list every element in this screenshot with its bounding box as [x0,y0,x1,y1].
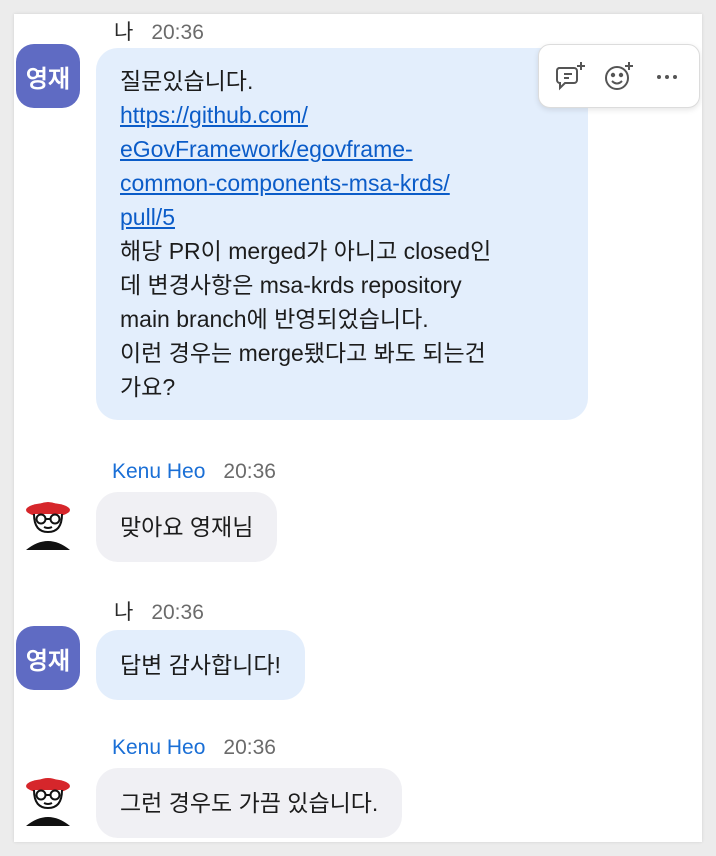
message-meta: Kenu Heo 20:36 [112,736,276,760]
avatar[interactable] [22,494,74,550]
sender-name: Kenu Heo [112,460,206,483]
link-line[interactable]: pull/5 [120,200,564,234]
message-meta: Kenu Heo 20:36 [112,460,276,484]
sender-name: 나 [114,601,134,624]
message-time: 20:36 [223,460,276,483]
more-actions-icon[interactable] [647,56,687,96]
message-text: 데 변경사항은 msa-krds repository [120,272,462,298]
message-toolbar [538,44,700,108]
message-bubble: 질문있습니다. https://github.com/ eGovFramewor… [96,48,588,420]
message-bubble: 그런 경우도 가끔 있습니다. [96,768,403,838]
github-link[interactable]: https://github.com/ eGovFramework/egovfr… [120,98,564,234]
message-text: 이런 경우는 merge됐다고 봐도 되는건 [120,340,486,366]
message-text: 해당 PR이 merged가 아니고 closed인 [120,238,492,264]
add-reaction-icon[interactable] [599,56,639,96]
reply-in-thread-icon[interactable] [551,56,591,96]
avatar[interactable] [22,770,74,826]
link-line[interactable]: eGovFramework/egovframe- [120,132,564,166]
message-text: 답변 감사합니다! [120,652,281,678]
message-bubble: 답변 감사합니다! [96,630,305,700]
message-meta: 나 20:36 [114,596,204,626]
sender-name: 나 [114,21,134,44]
chat-panel: 나 20:36 영재 질문있습니다. https://github.com/ eG… [14,14,702,842]
message-meta: 나 20:36 [114,16,204,46]
sender-name: Kenu Heo [112,736,206,759]
link-line[interactable]: https://github.com/ [120,98,564,132]
message-text: 그런 경우도 가끔 있습니다. [120,790,379,816]
link-line[interactable]: common-components-msa-krds/ [120,166,564,200]
message-text: 질문있습니다. [120,68,254,94]
message-text: main branch에 반영되었습니다. [120,306,429,332]
avatar[interactable]: 영재 [16,626,80,690]
message-time: 20:36 [151,601,204,624]
message-text: 가요? [120,374,176,400]
message-text: 맞아요 영재님 [120,514,254,540]
avatar[interactable]: 영재 [16,44,80,108]
message-bubble: 맞아요 영재님 [96,492,278,562]
message-time: 20:36 [223,736,276,759]
message-time: 20:36 [151,21,204,44]
